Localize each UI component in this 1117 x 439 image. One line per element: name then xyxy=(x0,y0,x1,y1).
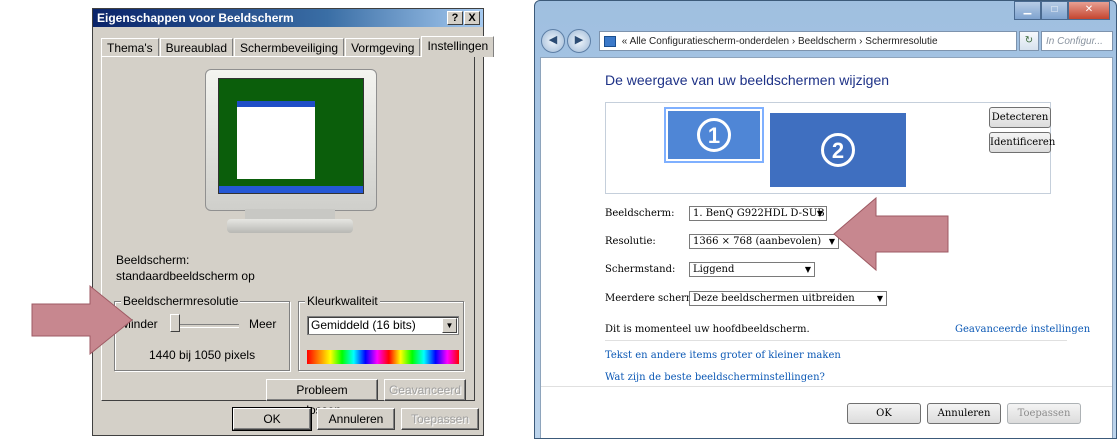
monitor-base xyxy=(227,219,353,233)
resolution-group-title: Beeldschermresolutie xyxy=(121,294,241,308)
color-spectrum-bar xyxy=(307,350,459,364)
display-1-tile[interactable]: 1 xyxy=(664,107,764,163)
chevron-down-icon: ▼ xyxy=(876,294,883,303)
monitor-preview xyxy=(205,69,377,235)
breadcrumb-item-all[interactable]: Alle Configuratiescherm-onderdelen xyxy=(630,36,790,47)
troubleshoot-button[interactable]: Probleem oplossen... xyxy=(266,379,378,417)
orientation-label: Schermstand: xyxy=(605,264,676,275)
tab-desktop[interactable]: Bureaublad xyxy=(159,38,234,57)
refresh-icon[interactable]: ↻ xyxy=(1019,31,1039,51)
maximize-icon[interactable]: □ xyxy=(1041,1,1068,20)
xp-settings-panel: Beeldscherm: standaardbeeldscherm op Bee… xyxy=(101,56,475,417)
cancel-button[interactable]: Annuleren xyxy=(317,408,395,430)
w7-content-area: De weergave van uw beeldschermen wijzige… xyxy=(540,57,1113,438)
xp-title-bar: Eigenschappen voor Beeldscherm ? X xyxy=(93,9,483,27)
identify-button[interactable]: Identificeren xyxy=(989,132,1055,153)
resolution-slider-track[interactable] xyxy=(175,324,239,328)
resolution-label: Resolutie: xyxy=(605,236,656,247)
back-arrow-icon[interactable]: ◀ xyxy=(541,29,565,53)
display-2-tile[interactable]: 2 xyxy=(768,111,908,189)
orientation-select[interactable]: Liggend ▼ xyxy=(689,262,815,277)
highlight-arrow-icon xyxy=(31,284,133,356)
breadcrumb-sep-icon: › xyxy=(791,36,796,47)
resolution-slider-thumb[interactable] xyxy=(170,314,180,332)
xp-tab-strip: Thema's Bureaublad Schermbeveiliging Vor… xyxy=(101,36,495,57)
breadcrumb-sep-icon: › xyxy=(859,36,863,47)
monitor-stand xyxy=(245,209,335,219)
resolution-group: Beeldschermresolutie Minder Meer 1440 bi… xyxy=(114,294,290,371)
display-arrangement: 1 2 xyxy=(605,102,1051,194)
footer-divider xyxy=(541,386,1112,387)
nav-buttons: ◀ ▶ xyxy=(541,29,593,53)
display-value: standaardbeeldscherm op xyxy=(116,269,255,283)
orientation-select-value: Liggend xyxy=(693,264,735,275)
display-select-value: 1. BenQ G922HDL D-SUB xyxy=(693,208,825,219)
tab-screensaver[interactable]: Schermbeveiliging xyxy=(234,38,345,57)
breadcrumb-item-display[interactable]: Beeldscherm xyxy=(798,36,856,47)
forward-arrow-icon[interactable]: ▶ xyxy=(567,29,591,53)
best-settings-link[interactable]: Wat zijn de beste beeldscherminstellinge… xyxy=(605,372,825,383)
monitor-screen xyxy=(218,78,364,194)
divider xyxy=(605,340,1067,341)
close-icon[interactable]: ✕ xyxy=(1068,1,1110,20)
preview-taskbar xyxy=(219,186,363,193)
text-size-link[interactable]: Tekst en andere items groter of kleiner … xyxy=(605,350,841,361)
apply-button[interactable]: Toepassen xyxy=(401,408,479,430)
resolution-select[interactable]: 1366 × 768 (aanbevolen) ▼ xyxy=(689,234,839,249)
tab-appearance[interactable]: Vormgeving xyxy=(345,38,421,57)
resolution-text: 1440 bij 1050 pixels xyxy=(149,348,256,362)
multiple-displays-value: Deze beeldschermen uitbreiden xyxy=(693,293,855,304)
chevron-down-icon[interactable]: ▼ xyxy=(442,318,457,333)
chevron-down-icon: ▼ xyxy=(804,265,811,274)
tab-settings[interactable]: Instellingen xyxy=(421,36,495,57)
breadcrumb-item-resolution[interactable]: Schermresolutie xyxy=(865,36,937,47)
display-label: Beeldscherm: xyxy=(116,253,190,267)
caption-buttons: ▁ □ ✕ xyxy=(1014,1,1110,20)
preview-window xyxy=(237,101,315,179)
chevron-down-icon: ▼ xyxy=(816,209,823,218)
control-panel-icon xyxy=(604,35,616,47)
advanced-settings-link[interactable]: Geavanceerde instellingen xyxy=(955,324,1090,335)
detect-button[interactable]: Detecteren xyxy=(989,107,1051,128)
ok-button[interactable]: OK xyxy=(232,407,312,431)
ok-button[interactable]: OK xyxy=(847,403,921,424)
address-prefix: « xyxy=(621,36,628,47)
xp-display-properties-dialog: Eigenschappen voor Beeldscherm ? X Thema… xyxy=(92,8,495,436)
color-quality-value: Gemiddeld (16 bits) xyxy=(311,318,416,332)
color-quality-title: Kleurkwaliteit xyxy=(305,294,380,308)
tab-themes[interactable]: Thema's xyxy=(101,38,159,57)
display-label: Beeldscherm: xyxy=(605,208,675,219)
address-bar[interactable]: « Alle Configuratiescherm-onderdelen › B… xyxy=(599,31,1017,51)
monitor-bezel xyxy=(205,69,377,211)
multiple-displays-select[interactable]: Deze beeldschermen uitbreiden ▼ xyxy=(689,291,887,306)
apply-button[interactable]: Toepassen xyxy=(1007,403,1081,424)
advanced-button[interactable]: Geavanceerd xyxy=(384,379,466,401)
close-button[interactable]: X xyxy=(464,11,480,25)
win7-screen-resolution-window: ▁ □ ✕ ◀ ▶ « Alle Configuratiescherm-onde… xyxy=(534,0,1117,439)
help-button[interactable]: ? xyxy=(447,11,463,25)
color-quality-group: Kleurkwaliteit Gemiddeld (16 bits) ▼ xyxy=(298,294,464,371)
slider-max-label: Meer xyxy=(249,317,277,331)
main-display-note: Dit is momenteel uw hoofdbeeldscherm. xyxy=(605,324,810,335)
xp-dialog-title: Eigenschappen voor Beeldscherm xyxy=(97,11,294,25)
highlight-arrow-icon xyxy=(833,196,949,272)
display-2-number: 2 xyxy=(821,133,855,167)
cancel-button[interactable]: Annuleren xyxy=(927,403,1001,424)
display-1-number: 1 xyxy=(697,118,731,152)
search-input[interactable]: In Configur... xyxy=(1041,31,1113,51)
resolution-select-value: 1366 × 768 (aanbevolen) xyxy=(693,236,822,247)
minimize-icon[interactable]: ▁ xyxy=(1014,1,1041,20)
page-title: De weergave van uw beeldschermen wijzige… xyxy=(605,72,890,88)
display-select[interactable]: 1. BenQ G922HDL D-SUB ▼ xyxy=(689,206,827,221)
color-quality-select[interactable]: Gemiddeld (16 bits) ▼ xyxy=(307,316,459,335)
